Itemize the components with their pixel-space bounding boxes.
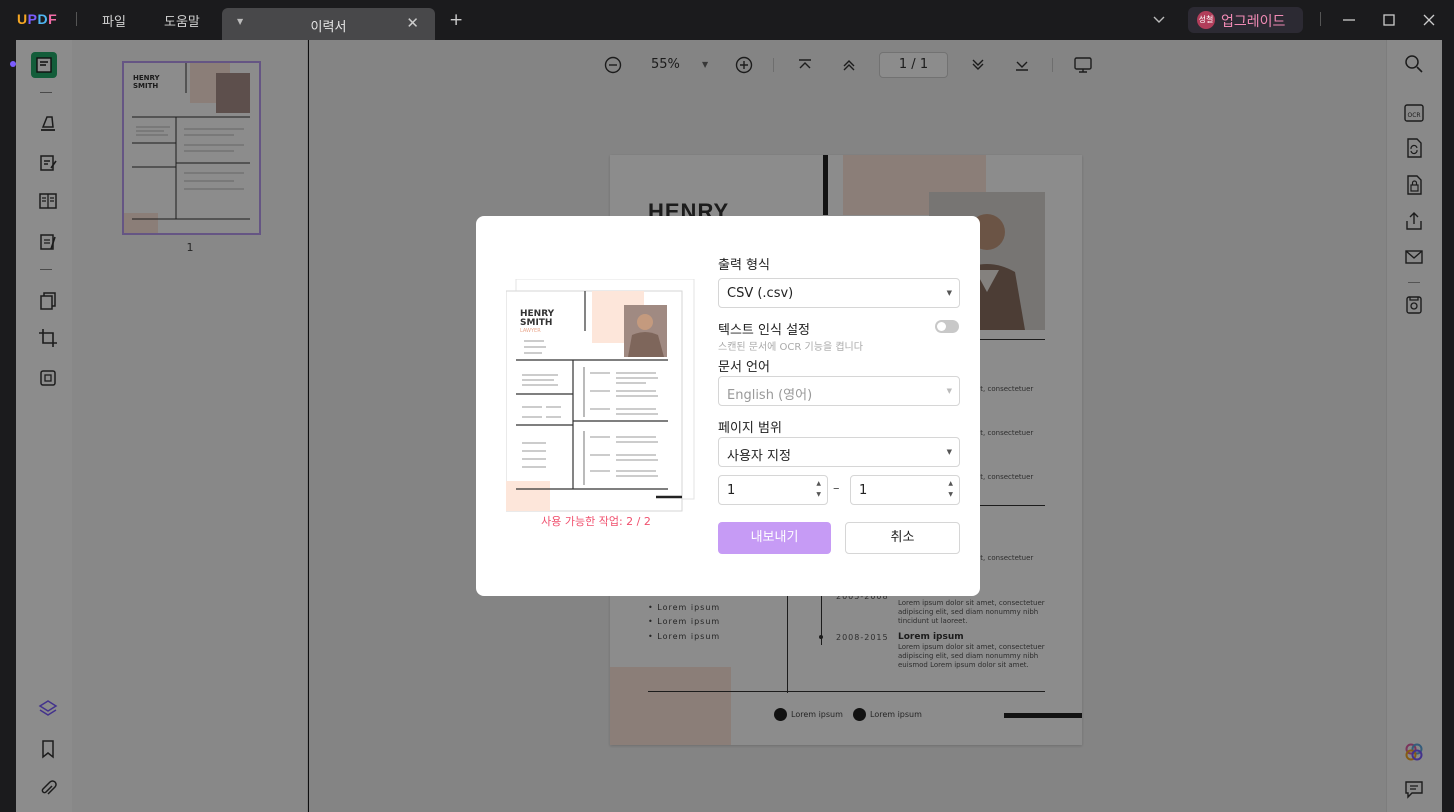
window-close-icon[interactable]	[1422, 13, 1436, 27]
minimize-icon[interactable]	[1342, 13, 1356, 27]
menu-help[interactable]: 도움말	[164, 11, 200, 30]
new-tab-icon[interactable]: +	[449, 12, 463, 29]
output-format-value: CSV (.csv)	[727, 286, 794, 301]
document-tab[interactable]: ▼ 이력서 ✕	[222, 8, 435, 40]
title-divider	[76, 12, 77, 26]
stepper-up-icon[interactable]: ▲	[948, 480, 953, 487]
available-tasks: 사용 가능한 작업: 2 / 2	[541, 515, 651, 528]
avatar: 성철	[1197, 11, 1215, 29]
title-bar: UPDF 파일 도움말 ▼ 이력서 ✕ + 성철 업그레이드	[0, 0, 1454, 40]
stepper-up-icon[interactable]: ▲	[816, 480, 821, 487]
export-dialog: HENRY SMITH LAWYER 사용 가능한 작업: 2 / 2 출력 형…	[476, 216, 980, 596]
app-logo: UPDF	[17, 11, 58, 27]
document-language-value: English (영어)	[727, 388, 813, 403]
svg-text:LAWYER: LAWYER	[520, 328, 541, 334]
ocr-setting-label: 텍스트 인식 설정	[718, 323, 810, 338]
document-language-select: English (영어) ▼	[718, 376, 960, 406]
page-range-value: 사용자 지정	[727, 449, 791, 464]
dropdown-arrow-icon: ▼	[946, 289, 952, 297]
export-preview: HENRY SMITH LAWYER	[505, 278, 696, 513]
menu-file[interactable]: 파일	[102, 11, 126, 30]
output-format-select[interactable]: CSV (.csv) ▼	[718, 278, 960, 308]
toggle-knob	[937, 322, 946, 331]
dropdown-arrow-icon: ▼	[946, 448, 952, 456]
chevron-down-icon[interactable]	[1152, 12, 1166, 26]
page-from-value: 1	[727, 483, 736, 498]
svg-text:SMITH: SMITH	[520, 318, 552, 328]
stepper-down-icon[interactable]: ▼	[948, 491, 953, 498]
page-to-value: 1	[859, 483, 868, 498]
document-language-label: 문서 언어	[718, 360, 770, 375]
cancel-button[interactable]: 취소	[845, 522, 960, 554]
upgrade-label: 업그레이드	[1221, 14, 1286, 30]
window-edge	[1442, 40, 1454, 812]
dropdown-arrow-icon: ▼	[946, 387, 952, 395]
page-from-stepper[interactable]: 1 ▲ ▼	[718, 475, 828, 505]
output-format-label: 출력 형식	[718, 258, 770, 273]
tab-title: 이력서	[310, 20, 347, 35]
ocr-toggle[interactable]	[935, 320, 959, 333]
export-button[interactable]: 내보내기	[718, 522, 831, 554]
maximize-icon[interactable]	[1382, 13, 1396, 27]
page-to-stepper[interactable]: 1 ▲ ▼	[850, 475, 960, 505]
ocr-hint: 스캔된 문서에 OCR 기능을 켭니다	[718, 342, 863, 353]
page-range-label: 페이지 범위	[718, 421, 782, 436]
page-range-select[interactable]: 사용자 지정 ▼	[718, 437, 960, 467]
stepper-down-icon[interactable]: ▼	[816, 491, 821, 498]
upgrade-button[interactable]: 성철 업그레이드	[1188, 7, 1303, 33]
title-divider	[1320, 12, 1321, 26]
tab-close-icon[interactable]: ✕	[406, 14, 419, 32]
range-separator: –	[833, 481, 840, 496]
